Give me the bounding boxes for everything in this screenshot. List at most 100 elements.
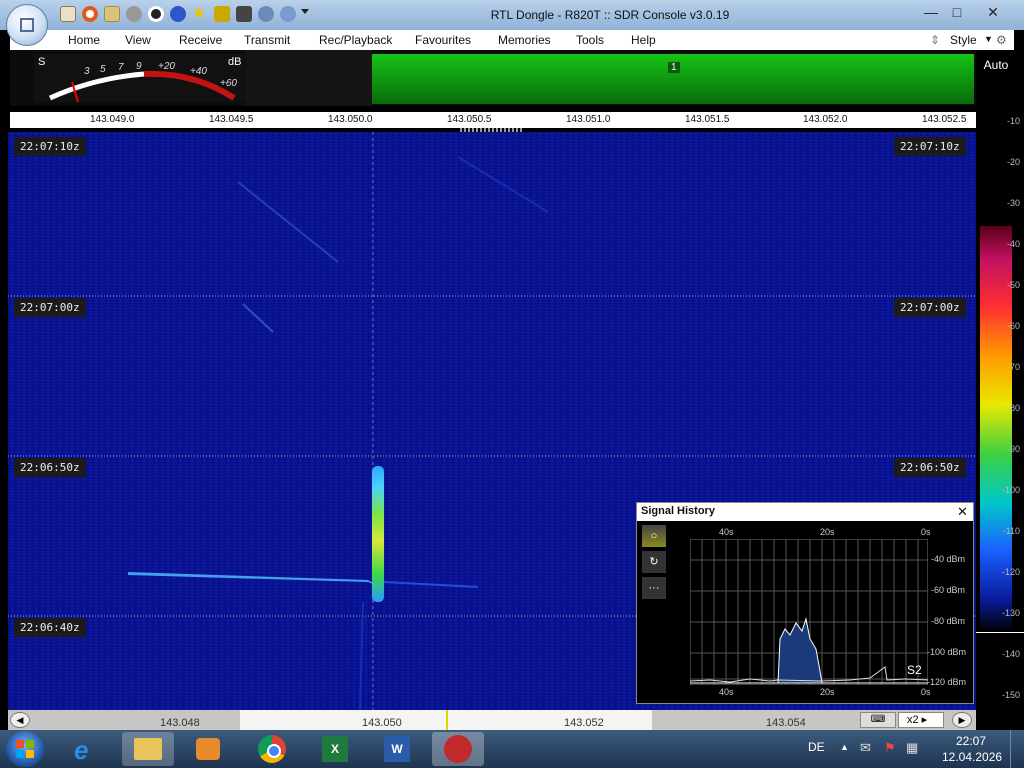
show-desktop-button[interactable]	[1010, 730, 1024, 768]
home-icon[interactable]	[60, 6, 76, 22]
freq-label: 143.049.5	[209, 114, 254, 125]
db-scale[interactable]: -10 -20 -30 -40 -50 -60 -70 -80 -90 -100…	[976, 106, 1024, 710]
zoom-value: x2	[907, 714, 919, 726]
folder-icon[interactable]	[104, 6, 120, 22]
undo-icon[interactable]	[280, 6, 296, 22]
show-hidden-icons-icon[interactable]: ▲	[840, 742, 849, 752]
menu-receive[interactable]: Receive	[179, 33, 222, 47]
db-label: -10	[1006, 116, 1020, 126]
freq-label: 143.051.0	[566, 114, 611, 125]
menu-rec-playback[interactable]: Rec/Playback	[319, 33, 392, 47]
lock-icon[interactable]	[214, 6, 230, 22]
settings-icon[interactable]: ⚙	[996, 33, 1007, 47]
sdr-console-icon[interactable]	[432, 732, 484, 766]
add-icon[interactable]	[170, 6, 186, 22]
db-label: -150	[1001, 690, 1020, 700]
clock-date[interactable]: 12.04.2026	[942, 750, 1002, 764]
stop-icon[interactable]	[148, 6, 164, 22]
taskbar: e X W DE ▲ ✉ ⚑ ▦ 22:07 12.04.2026	[0, 730, 1024, 768]
scroll-left-button[interactable]: ◀	[10, 712, 30, 728]
s-meter-tick-60: +60	[220, 78, 237, 89]
s-meter: S dB 3 5 7 9 +20 +40 +60	[34, 54, 254, 102]
history-level: -120 dBm	[927, 677, 967, 687]
explorer-icon[interactable]	[122, 732, 174, 766]
history-refresh-button[interactable]: ↻	[642, 551, 666, 573]
db-label: -80	[1006, 403, 1020, 413]
style-menu[interactable]: Style	[950, 33, 977, 47]
menu-memories[interactable]: Memories	[498, 33, 551, 47]
scroll-right-button[interactable]: ▶	[952, 712, 972, 728]
close-button[interactable]: ✕	[978, 3, 1008, 21]
menu-transmit[interactable]: Transmit	[244, 33, 290, 47]
auto-button[interactable]: Auto	[978, 54, 1014, 76]
history-level: -100 dBm	[927, 647, 967, 657]
media-player-icon[interactable]	[182, 732, 234, 766]
quick-access-dropdown-icon[interactable]	[301, 9, 309, 14]
db-label: -140	[1001, 649, 1020, 659]
start-button[interactable]	[6, 731, 44, 767]
network-icon[interactable]: ▦	[906, 740, 918, 756]
db-label: -30	[1006, 198, 1020, 208]
clock-time[interactable]: 22:07	[956, 734, 986, 748]
camera-icon[interactable]	[236, 6, 252, 22]
signal-history-close-button[interactable]: ✕	[957, 504, 968, 520]
menu-help[interactable]: Help	[631, 33, 656, 47]
freq-label: 143.052.5	[922, 114, 967, 125]
history-time-bottom: 0s	[921, 687, 931, 697]
flag-icon[interactable]: ⚑	[884, 740, 896, 756]
excel-icon[interactable]: X	[310, 732, 362, 766]
history-time-top: 40s	[719, 527, 734, 537]
title-bar: ★ RTL Dongle - R820T :: SDR Console v3.0…	[0, 0, 1024, 30]
history-level: -60 dBm	[931, 585, 966, 595]
scroll-freq-label: 143.048	[160, 717, 200, 729]
frequency-axis[interactable]: 143.049.0 143.049.5 143.050.0 143.050.5 …	[10, 112, 976, 128]
drop-icon[interactable]	[258, 6, 274, 22]
history-level: -40 dBm	[931, 554, 966, 564]
timestamp-label: 22:07:10z	[14, 137, 86, 156]
scroll-freq-label: 143.050	[362, 717, 402, 729]
internet-explorer-icon[interactable]: e	[62, 732, 114, 766]
history-graph	[690, 539, 928, 685]
history-time-bottom: 20s	[820, 687, 835, 697]
chrome-icon[interactable]	[246, 732, 298, 766]
s-meter-tick-20: +20	[158, 61, 175, 72]
timestamp-label: 22:07:10z	[894, 137, 966, 156]
timestamp-label: 22:07:00z	[894, 298, 966, 317]
signal-history-title: Signal History	[641, 505, 715, 517]
menu-home[interactable]: Home	[68, 33, 100, 47]
zoom-select[interactable]: x2 ▸	[898, 712, 944, 728]
band-overview[interactable]: 1	[372, 54, 974, 104]
history-level: -80 dBm	[931, 616, 966, 626]
star-icon[interactable]: ★	[192, 6, 208, 22]
tray-icon[interactable]: ✉	[860, 740, 871, 756]
timestamp-label: 22:06:50z	[14, 458, 86, 477]
style-spinner-icon[interactable]: ⇕	[930, 33, 940, 47]
frequency-scrollbar[interactable]: ◀ 143.048 143.050 143.052 143.054 ⌨ x2 ▸…	[8, 710, 976, 730]
freq-label: 143.050.5	[447, 114, 492, 125]
history-time-bottom: 40s	[719, 687, 734, 697]
s-meter-tick-3: 3	[84, 66, 90, 77]
play-icon[interactable]	[126, 6, 142, 22]
history-reset-button[interactable]: ○	[642, 525, 666, 547]
menu-favourites[interactable]: Favourites	[415, 33, 471, 47]
db-label: -20	[1006, 157, 1020, 167]
word-icon[interactable]: W	[372, 732, 424, 766]
s-meter-tick-9: 9	[136, 61, 142, 72]
history-more-button[interactable]: ···	[642, 577, 666, 599]
maximize-button[interactable]: □	[944, 3, 970, 21]
keyboard-icon[interactable]: ⌨	[860, 712, 896, 728]
menu-view[interactable]: View	[125, 33, 151, 47]
menu-tools[interactable]: Tools	[576, 33, 604, 47]
lifebuoy-icon[interactable]	[82, 6, 98, 22]
timestamp-label: 22:06:50z	[894, 458, 966, 477]
freq-label: 143.049.0	[90, 114, 135, 125]
minimize-button[interactable]: —	[918, 3, 944, 21]
freq-label: 143.051.5	[685, 114, 730, 125]
db-label: -90	[1006, 444, 1020, 454]
db-label: -50	[1006, 280, 1020, 290]
style-dropdown-icon[interactable]: ▼	[984, 34, 993, 44]
s-meter-tick-7: 7	[118, 62, 124, 73]
app-menu-orb[interactable]	[6, 4, 48, 46]
s-reading: S2	[907, 663, 922, 677]
language-indicator[interactable]: DE	[808, 740, 825, 754]
